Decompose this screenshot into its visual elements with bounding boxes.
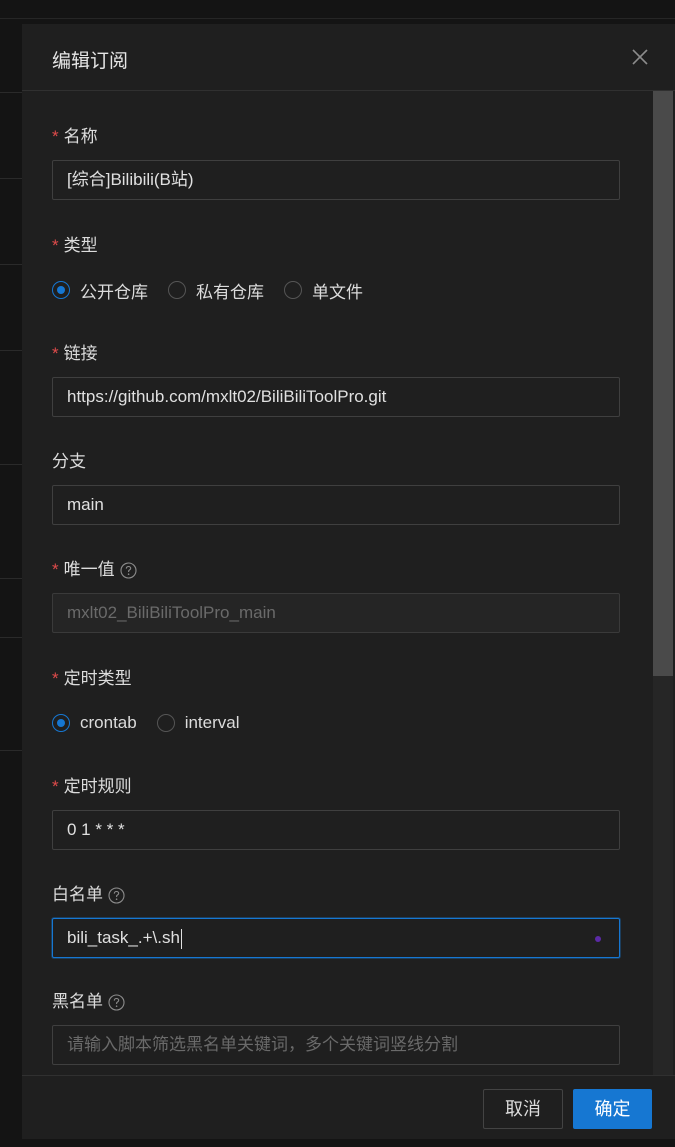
form-item-branch: 分支 main (52, 450, 620, 525)
form-item-name: * 名称 [综合]Bilibili(B站) (52, 125, 620, 200)
radio-single-file[interactable]: 单文件 (284, 278, 363, 303)
question-circle-icon[interactable] (120, 561, 137, 579)
whitelist-label-text: 白名单 (52, 885, 103, 904)
schedule-label: * 定时规则 (52, 775, 620, 799)
type-label: * 类型 (52, 234, 620, 258)
alias-input-value: mxlt02_BiliBiliToolPro_main (67, 603, 276, 622)
form-item-whitelist: 白名单 bili_task_.+\.sh (52, 883, 620, 958)
name-input-value: [综合]Bilibili(B站) (67, 170, 194, 189)
branch-label-text: 分支 (52, 452, 86, 471)
schedule-type-label-text: 定时类型 (63, 669, 132, 688)
radio-label: 单文件 (312, 282, 363, 302)
background-divider (0, 637, 22, 638)
background-divider (0, 578, 22, 579)
schedule-label-text: 定时规则 (63, 777, 132, 796)
radio-interval[interactable]: interval (156, 713, 240, 733)
schedule-type-radio-group: crontab interval (52, 711, 260, 735)
scrollbar-thumb[interactable] (653, 91, 673, 676)
radio-label: 私有仓库 (196, 282, 264, 302)
radio-checked-icon (52, 281, 70, 299)
blacklist-input-placeholder: 请输入脚本筛选黑名单关键词，多个关键词竖线分割 (67, 1035, 458, 1054)
radio-unchecked-icon (168, 281, 186, 299)
alias-input: mxlt02_BiliBiliToolPro_main (52, 593, 620, 633)
form-item-alias: * 唯一值 mxlt02_BiliBiliToolPro_main (52, 558, 620, 633)
alias-label-text: 唯一值 (63, 560, 115, 579)
close-icon[interactable] (629, 46, 651, 68)
required-mark: * (52, 236, 59, 255)
blacklist-label-text: 黑名单 (52, 992, 103, 1011)
alias-label: * 唯一值 (52, 558, 620, 582)
text-caret (180, 928, 182, 949)
whitelist-input-value: bili_task_.+\.sh (67, 928, 180, 947)
branch-label: 分支 (52, 450, 620, 474)
required-mark: * (52, 669, 59, 688)
schedule-input[interactable]: 0 1 * * * (52, 810, 620, 850)
type-label-text: 类型 (63, 236, 98, 255)
modal-body: * 名称 [综合]Bilibili(B站) * 类型 公开仓库 私有仓库 单文件… (22, 91, 675, 1075)
background-divider (0, 464, 22, 465)
name-input[interactable]: [综合]Bilibili(B站) (52, 160, 620, 200)
question-circle-icon[interactable] (108, 993, 125, 1011)
radio-crontab[interactable]: crontab (52, 713, 137, 733)
question-circle-icon[interactable] (108, 886, 125, 904)
extension-dot-icon (595, 936, 601, 942)
modal-header: 编辑订阅 (22, 24, 675, 91)
form-item-schedule-type: * 定时类型 crontab interval (52, 667, 620, 732)
url-label-text: 链接 (63, 344, 98, 363)
radio-label: 公开仓库 (80, 282, 148, 302)
whitelist-input[interactable]: bili_task_.+\.sh (52, 918, 620, 958)
type-radio-group: 公开仓库 私有仓库 单文件 (52, 278, 383, 302)
radio-checked-icon (52, 714, 70, 732)
form-item-type: * 类型 公开仓库 私有仓库 单文件 (52, 234, 620, 302)
modal-footer: 取消 确定 (22, 1075, 675, 1139)
required-mark: * (52, 560, 59, 579)
radio-public-repo[interactable]: 公开仓库 (52, 278, 148, 303)
form-item-schedule: * 定时规则 0 1 * * * (52, 775, 620, 850)
background-divider (0, 264, 22, 265)
radio-unchecked-icon (284, 281, 302, 299)
schedule-type-label: * 定时类型 (52, 667, 620, 691)
url-label: * 链接 (52, 342, 620, 366)
radio-unchecked-icon (156, 714, 175, 732)
ok-button[interactable]: 确定 (573, 1089, 652, 1129)
blacklist-label: 黑名单 (52, 990, 620, 1014)
background-divider (0, 92, 22, 93)
whitelist-label: 白名单 (52, 883, 620, 907)
branch-input-value: main (67, 495, 104, 514)
required-mark: * (52, 777, 59, 796)
edit-subscription-modal: 编辑订阅 * 名称 [综合]Bilibili(B站) * 类型 公开仓库 私有仓… (22, 24, 675, 1139)
radio-private-repo[interactable]: 私有仓库 (168, 278, 264, 303)
name-label-text: 名称 (63, 127, 98, 146)
branch-input[interactable]: main (52, 485, 620, 525)
url-input[interactable]: https://github.com/mxlt02/BiliBiliToolPr… (52, 377, 620, 417)
blacklist-input[interactable]: 请输入脚本筛选黑名单关键词，多个关键词竖线分割 (52, 1025, 620, 1065)
radio-label: interval (184, 713, 240, 732)
radio-label: crontab (80, 713, 137, 732)
background-divider (0, 350, 22, 351)
form-item-blacklist: 黑名单 请输入脚本筛选黑名单关键词，多个关键词竖线分割 (52, 990, 620, 1065)
background-divider (0, 750, 22, 751)
background-divider (0, 178, 22, 179)
url-input-value: https://github.com/mxlt02/BiliBiliToolPr… (67, 387, 387, 406)
required-mark: * (52, 127, 59, 146)
cancel-button[interactable]: 取消 (483, 1089, 563, 1129)
form-item-url: * 链接 https://github.com/mxlt02/BiliBiliT… (52, 342, 620, 417)
schedule-input-value: 0 1 * * * (67, 820, 125, 839)
required-mark: * (52, 344, 59, 363)
modal-title: 编辑订阅 (52, 51, 129, 72)
background-divider (0, 18, 675, 19)
name-label: * 名称 (52, 125, 620, 149)
